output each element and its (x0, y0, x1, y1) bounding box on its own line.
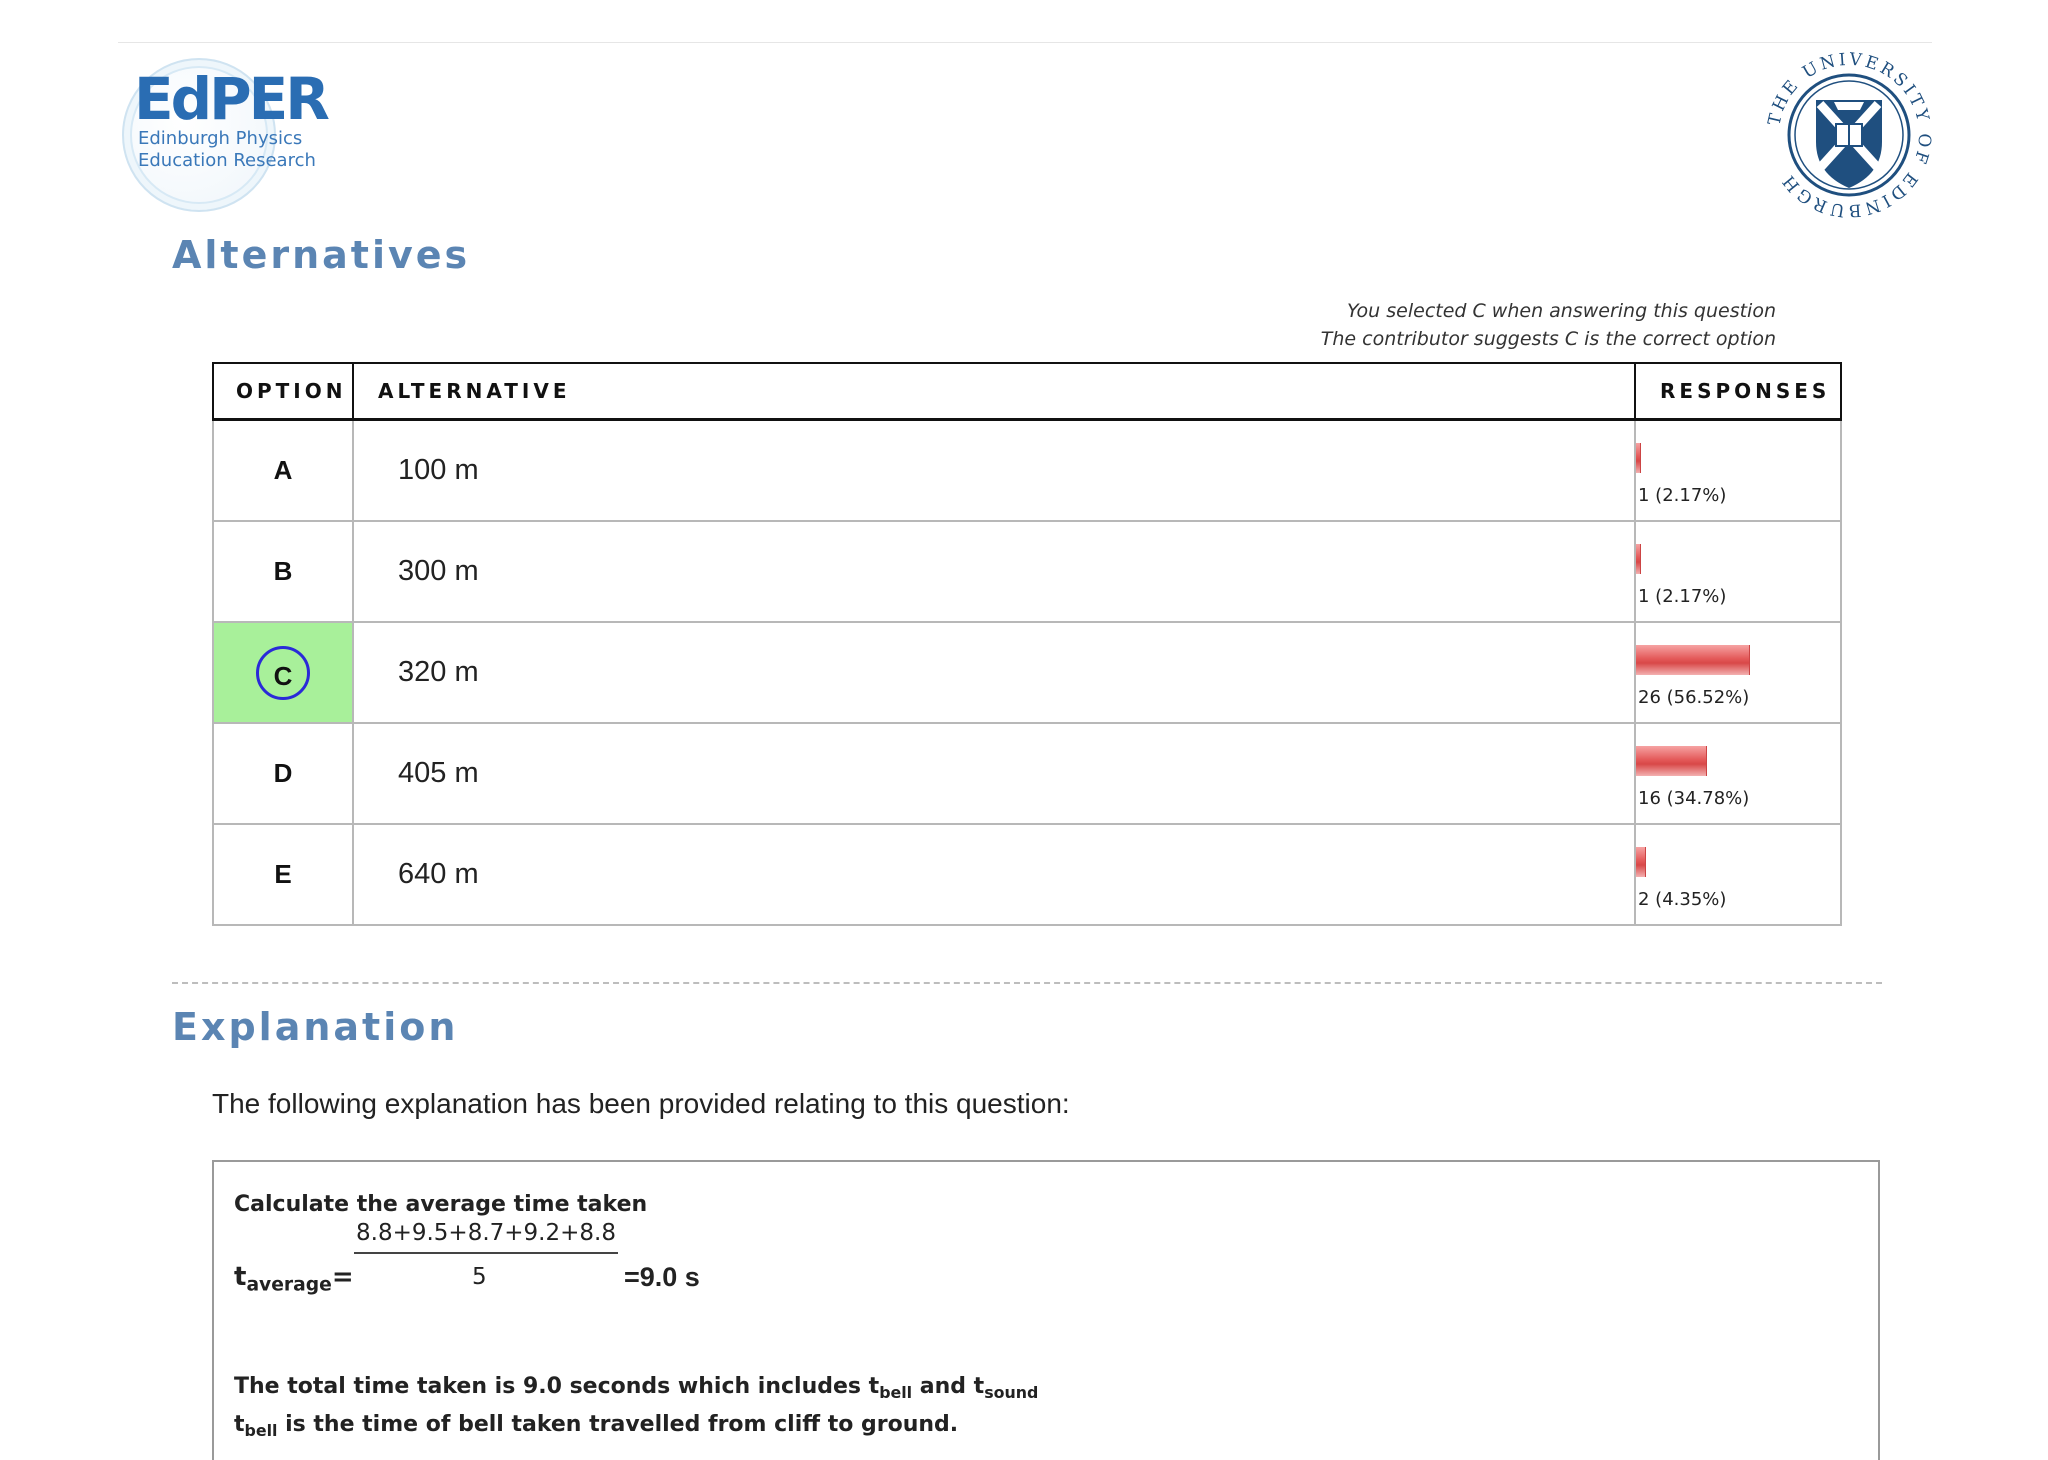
option-cell: E (212, 823, 354, 926)
explanation-title: Explanation (172, 1005, 459, 1049)
logo-line-2: Education Research (138, 150, 316, 171)
response-bar (1636, 443, 1641, 473)
responses-cell: 16 (34.78%) (1634, 722, 1842, 825)
explanation-line-1: The total time taken is 9.0 seconds whic… (234, 1374, 1039, 1402)
selected-option-marker: C (256, 645, 310, 700)
table-row: E 640 m 2 (4.35%) (212, 823, 1842, 926)
response-label: 16 (34.78%) (1638, 788, 1750, 809)
option-letter: A (273, 455, 293, 485)
response-bar (1636, 746, 1707, 776)
average-result: =9.0 s (624, 1262, 700, 1292)
explanation-box: Calculate the average time taken 8.8+9.5… (212, 1160, 1880, 1460)
option-letter: D (273, 758, 293, 788)
option-letter: E (274, 859, 292, 889)
university-seal: THE UNIVERSITY OF EDINBURGH (1765, 50, 1932, 220)
response-label: 26 (56.52%) (1638, 687, 1750, 708)
option-cell: B (212, 520, 354, 623)
selected-note: You selected C when answering this quest… (1347, 300, 1776, 322)
logo-brand: EdPER (134, 65, 330, 133)
shield-icon (1816, 100, 1882, 188)
table-header-row: OPTION ALTERNATIVE RESPONSES (212, 362, 1842, 421)
fraction-denominator: 5 (472, 1264, 487, 1290)
alternatives-table: OPTION ALTERNATIVE RESPONSES A 100 m 1 (… (212, 362, 1842, 926)
table-row: C 320 m 26 (56.52%) (212, 621, 1842, 724)
correct-note: The contributor suggests C is the correc… (1320, 328, 1776, 350)
section-divider (172, 982, 1882, 984)
t-average-symbol: taverage= (234, 1262, 354, 1296)
explanation-line-2: tbell is the time of bell taken travelle… (234, 1412, 959, 1440)
response-bar (1636, 847, 1646, 877)
option-cell: D (212, 722, 354, 825)
top-divider (118, 42, 1932, 43)
response-bar (1636, 645, 1750, 675)
option-cell: A (212, 418, 354, 522)
table-row: D 405 m 16 (34.78%) (212, 722, 1842, 825)
explanation-heading: Calculate the average time taken (234, 1192, 648, 1217)
edper-logo: EdPER Edinburgh Physics Education Resear… (118, 56, 338, 216)
response-label: 2 (4.35%) (1638, 889, 1727, 910)
table-row: B 300 m 1 (2.17%) (212, 520, 1842, 623)
alternative-cell: 300 m (352, 520, 1636, 623)
explanation-intro: The following explanation has been provi… (212, 1088, 1070, 1119)
response-label: 1 (2.17%) (1638, 485, 1727, 506)
responses-cell: 1 (2.17%) (1634, 520, 1842, 623)
responses-cell: 26 (56.52%) (1634, 621, 1842, 724)
fraction-numerator: 8.8+9.5+8.7+9.2+8.8 (354, 1220, 618, 1254)
header-alternative: ALTERNATIVE (352, 362, 1636, 421)
option-cell-correct: C (212, 621, 354, 724)
logo-line-1: Edinburgh Physics (138, 128, 303, 149)
table-row: A 100 m 1 (2.17%) (212, 418, 1842, 522)
header-option: OPTION (212, 362, 354, 421)
header-responses: RESPONSES (1634, 362, 1842, 421)
responses-cell: 2 (4.35%) (1634, 823, 1842, 926)
responses-cell: 1 (2.17%) (1634, 418, 1842, 522)
option-letter: B (273, 556, 293, 586)
alternative-cell: 100 m (352, 418, 1636, 522)
alternatives-title: Alternatives (172, 233, 471, 277)
response-bar (1636, 544, 1641, 574)
alternative-cell: 640 m (352, 823, 1636, 926)
alternative-cell: 320 m (352, 621, 1636, 724)
answer-notes: You selected C when answering this quest… (1321, 297, 1776, 353)
alternative-cell: 405 m (352, 722, 1636, 825)
response-label: 1 (2.17%) (1638, 586, 1727, 607)
